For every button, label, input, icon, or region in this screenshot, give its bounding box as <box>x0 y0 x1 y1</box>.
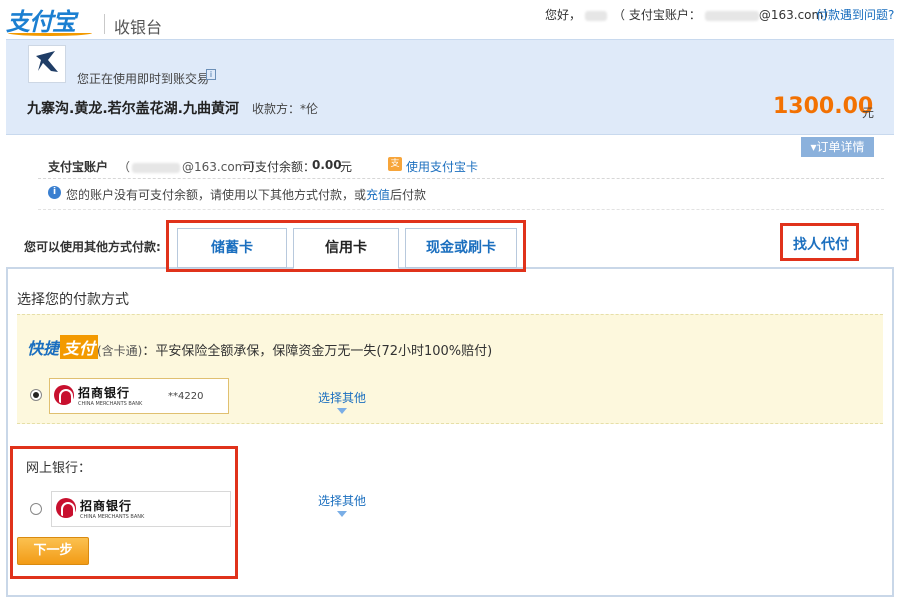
merchant-logo <box>28 45 66 83</box>
redacted-account-name <box>132 162 181 173</box>
card-tail-number: **4220 <box>168 391 204 402</box>
quick-pay-sub: (含卡通) <box>97 344 143 358</box>
order-detail-button[interactable]: ▾订单详情 <box>801 137 874 157</box>
account-prefix: （ 支付宝账户： <box>613 8 701 22</box>
order-amount: 1300.00 <box>773 94 874 119</box>
bank-name: 招商银行 <box>78 386 131 400</box>
quick-pay-logo-a: 快捷 <box>27 339 60 358</box>
logo-swoosh-icon <box>8 30 92 36</box>
redacted-username <box>585 10 608 21</box>
instant-transaction-label: 您正在使用即时到账交易 <box>77 72 210 86</box>
quick-pay-logo: 快捷 支付 <box>27 335 99 359</box>
help-link[interactable]: 付款遇到问题? <box>816 6 894 23</box>
user-info: 您好，（ 支付宝账户： @163.com） <box>545 6 835 23</box>
account-masked: （@163.com ） <box>118 158 262 175</box>
chevron-down-icon <box>337 408 347 414</box>
quick-pay-logo-b: 支付 <box>60 335 99 359</box>
divider <box>38 209 884 210</box>
divider <box>38 178 884 179</box>
order-banner <box>6 39 894 135</box>
quick-pay-description: (含卡通)：平安保险全额承保，保障资金万无一失(72小时100%赔付) <box>97 340 492 359</box>
quick-pay-select-other[interactable]: 选择其他 <box>312 389 372 414</box>
use-alipay-card-link[interactable]: 使用支付宝卡 <box>406 158 478 175</box>
balance-label: 可支付余额： <box>243 160 316 174</box>
proxy-pay-highlight-box <box>780 223 859 261</box>
swallow-icon <box>36 51 58 72</box>
redacted-account <box>704 10 759 21</box>
bank-english-name: CHINA MERCHANTS BANK <box>78 401 143 407</box>
quick-pay-desc-text: ：平安保险全额承保，保障资金万无一失(72小时100%赔付) <box>142 344 493 359</box>
quick-pay-bank-card[interactable]: 招商银行 CHINA MERCHANTS BANK **4220 <box>49 378 229 414</box>
select-other-label: 选择其他 <box>317 391 366 405</box>
alipay-logo[interactable]: 支付宝 <box>6 8 94 36</box>
header-divider <box>104 14 105 34</box>
product-name: 九寨沟.黄龙.若尔盖花湖.九曲黄河 <box>27 101 239 117</box>
greeting-text: 您好， <box>545 8 582 22</box>
select-method-heading: 选择您的付款方式 <box>17 292 129 308</box>
balance-value: 0.00 <box>312 158 342 172</box>
online-banking-select-other[interactable]: 选择其他 <box>312 492 372 517</box>
notice-after: 后付款 <box>390 188 427 202</box>
account-label: 支付宝账户 <box>48 160 109 174</box>
account-masked-open: （ <box>118 160 131 174</box>
chevron-down-icon <box>337 511 347 517</box>
cmb-bank-icon <box>54 385 74 405</box>
notice-before: 您的账户没有可支付余额，请使用以下其他方式付款，或 <box>66 188 367 202</box>
page-title: 收银台 <box>114 18 163 37</box>
alipay-card-icon: 支 <box>388 157 402 171</box>
amount-unit: 元 <box>862 106 875 120</box>
payee: 收款方：*伦 <box>252 102 319 116</box>
balance-unit: 元 <box>340 160 353 174</box>
tabs-highlight-box <box>166 220 526 272</box>
info-icon[interactable]: i <box>206 69 216 80</box>
balance-notice: 您的账户没有可支付余额，请使用以下其他方式付款，或充值后付款 <box>66 186 426 203</box>
other-methods-label: 您可以使用其他方式付款: <box>24 240 161 254</box>
online-banking-highlight-box <box>10 446 238 579</box>
quick-pay-radio[interactable] <box>30 389 42 401</box>
notice-info-icon: i <box>48 186 61 199</box>
select-other-label: 选择其他 <box>317 494 366 508</box>
recharge-link[interactable]: 充值 <box>366 188 390 202</box>
